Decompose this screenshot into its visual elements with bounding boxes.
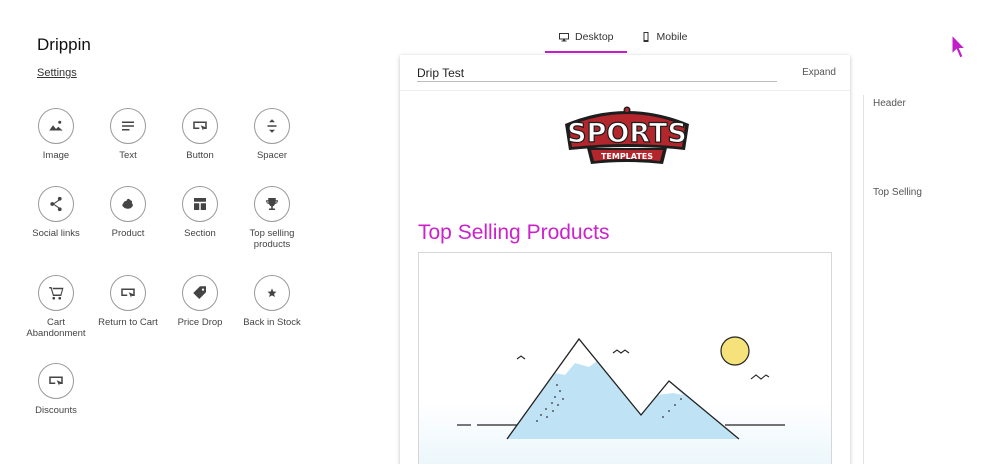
text-icon — [110, 108, 146, 144]
cart-icon — [38, 275, 74, 311]
spacer-icon — [254, 108, 290, 144]
block-spacer[interactable]: Spacer — [236, 108, 308, 162]
block-label: Text — [119, 150, 137, 161]
outline-divider — [863, 95, 864, 464]
outline-item-header[interactable]: Header — [873, 98, 906, 109]
tab-desktop[interactable]: Desktop — [545, 22, 627, 53]
block-price-drop[interactable]: Price Drop — [164, 275, 236, 329]
block-top-selling-products[interactable]: Top selling products — [236, 186, 308, 250]
block-label: Cart Abandonment — [26, 317, 86, 339]
block-label: Top selling products — [249, 228, 295, 250]
block-section[interactable]: Section — [164, 186, 236, 240]
block-label: Return to Cart — [98, 317, 158, 328]
tag-icon — [182, 275, 218, 311]
desktop-icon — [559, 33, 569, 42]
block-label: Section — [184, 228, 216, 239]
block-label: Button — [186, 150, 214, 161]
return-cart-icon — [110, 275, 146, 311]
product-hero-image[interactable] — [418, 252, 832, 464]
block-image[interactable]: Image — [20, 108, 92, 162]
email-canvas: SPORTS TEMPLATES Top Selling Products — [400, 91, 850, 464]
block-product[interactable]: Product — [92, 186, 164, 240]
app-title: Drippin — [37, 35, 91, 54]
sports-templates-logo[interactable]: SPORTS TEMPLATES — [557, 104, 697, 172]
block-label: Price Drop — [177, 317, 223, 328]
tab-label: Desktop — [575, 31, 614, 43]
block-social-links[interactable]: Social links — [20, 186, 92, 240]
tab-mobile[interactable]: Mobile — [627, 22, 701, 52]
block-label: Social links — [32, 228, 80, 239]
logo-wordmark: SPORTS — [567, 118, 687, 149]
share-icon — [38, 186, 74, 222]
settings-link[interactable]: Settings — [37, 67, 77, 79]
discount-icon — [38, 363, 74, 399]
block-back-in-stock[interactable]: Back in Stock — [236, 275, 308, 329]
section-icon — [182, 186, 218, 222]
block-label: Discounts — [35, 405, 77, 416]
trophy-icon — [254, 186, 290, 222]
section-heading: Top Selling Products — [418, 221, 610, 244]
outline-item-top-selling[interactable]: Top Selling — [873, 187, 922, 198]
image-icon — [38, 108, 74, 144]
button-icon — [182, 108, 218, 144]
block-return-to-cart[interactable]: Return to Cart — [92, 275, 164, 329]
logo-subtitle: TEMPLATES — [601, 152, 653, 161]
block-text[interactable]: Text — [92, 108, 164, 162]
mountain-illustration — [419, 336, 831, 464]
block-label: Product — [111, 228, 145, 239]
block-discounts[interactable]: Discounts — [20, 363, 92, 417]
block-label: Spacer — [256, 150, 288, 161]
device-tabs: Desktop Mobile — [545, 22, 701, 53]
block-label: Back in Stock — [243, 317, 301, 328]
tab-label: Mobile — [656, 31, 688, 43]
expand-button[interactable]: Expand — [802, 67, 836, 78]
mouse-cursor-icon — [951, 34, 966, 59]
email-name-input[interactable] — [417, 64, 777, 82]
block-label: Image — [42, 150, 70, 161]
editor-header: Expand — [400, 55, 850, 91]
block-button[interactable]: Button — [164, 108, 236, 162]
email-editor: Expand SPORTS TEMPLATES Top Selling Prod… — [400, 55, 850, 464]
block-cart-abandonment[interactable]: Cart Abandonment — [20, 275, 92, 339]
mobile-icon — [643, 32, 649, 42]
star-icon — [254, 275, 290, 311]
product-icon — [110, 186, 146, 222]
